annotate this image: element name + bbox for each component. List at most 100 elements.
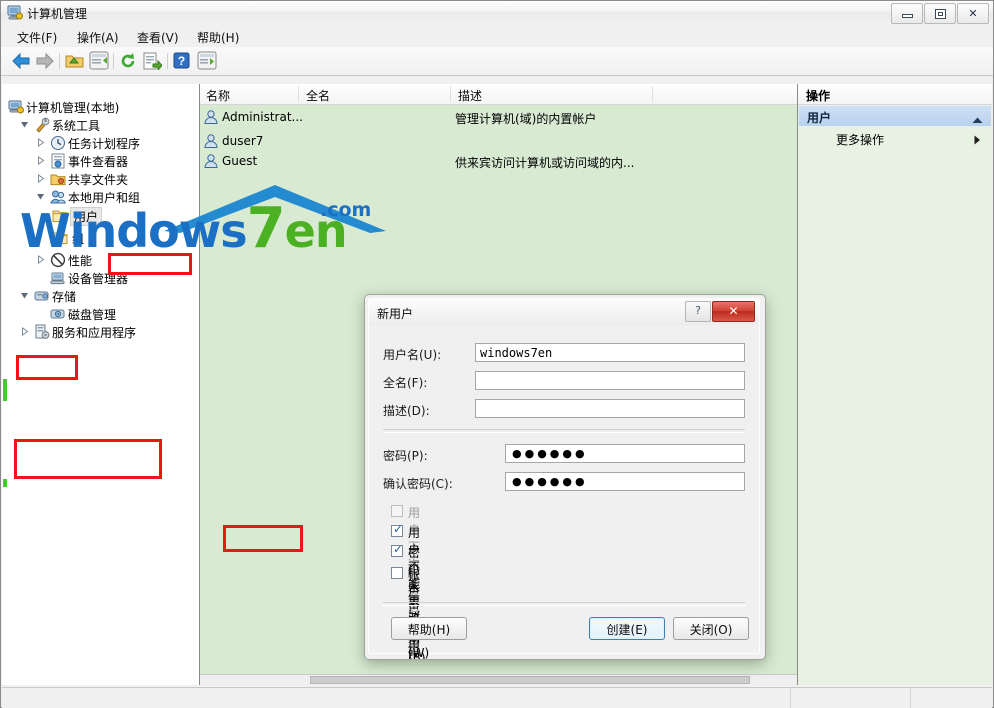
action-label: 更多操作 <box>836 133 885 147</box>
chevron-up-icon[interactable] <box>972 113 983 127</box>
dialog-inner-frame: 新用户 ? ✕ 用户名(U): windows7en 全名(F): 描述(D):… <box>368 298 760 659</box>
dialog-title: 新用户 <box>377 307 414 321</box>
actions-header: 操作 <box>798 84 992 105</box>
services-icon <box>34 324 50 340</box>
column-header-name[interactable]: 名称 <box>206 87 230 104</box>
show-action-pane-icon[interactable] <box>197 51 217 73</box>
label-confirm-password: 确认密码(C): <box>383 477 453 491</box>
action-more-actions[interactable]: 更多操作 <box>799 128 991 148</box>
dialog-help-button[interactable]: ? <box>685 301 711 322</box>
actions-group-users[interactable]: 用户 <box>799 105 991 126</box>
label-description: 描述(D): <box>383 404 430 418</box>
toolbar-separator <box>167 53 168 69</box>
twisty-expanded-icon[interactable] <box>20 291 29 300</box>
twisty-collapsed-icon[interactable] <box>36 156 45 165</box>
column-divider[interactable] <box>450 86 451 102</box>
username-input[interactable]: windows7en <box>475 343 745 362</box>
svg-text:?: ? <box>178 54 185 68</box>
twisty-expanded-icon[interactable] <box>36 192 45 201</box>
menu-file[interactable]: 文件(F) <box>13 28 61 47</box>
list-column-header: 名称 全名 描述 <box>200 84 797 105</box>
twisty-collapsed-icon[interactable] <box>36 255 45 264</box>
maximize-button[interactable] <box>924 3 956 24</box>
dialog-body: 用户名(U): windows7en 全名(F): 描述(D): 密码(P): <box>369 325 759 659</box>
tree-node-label: 事件查看器 <box>68 155 129 169</box>
show-tree-icon[interactable] <box>89 51 109 73</box>
device-icon <box>50 270 66 286</box>
checkbox-box-icon[interactable] <box>391 567 403 579</box>
create-button[interactable]: 创建(E) <box>589 617 665 640</box>
up-folder-icon[interactable] <box>65 52 84 73</box>
disk-icon <box>50 306 66 322</box>
user-description: 管理计算机(域)的内置帐户 <box>455 112 597 126</box>
main-content: 计算机管理(本地) 系统工具 任务计划程序 事件查看器 共享文件夹 本地用户和组… <box>2 75 992 685</box>
checkbox-box-icon[interactable]: ✓ <box>391 543 403 557</box>
forward-icon[interactable] <box>35 52 55 73</box>
column-divider[interactable] <box>652 86 653 102</box>
scrollbar-thumb[interactable] <box>310 676 750 684</box>
export-list-icon[interactable] <box>143 52 163 73</box>
table-row[interactable]: Administrat... 管理计算机(域)的内置帐户 <box>200 106 797 130</box>
checkbox-box-icon[interactable]: ✓ <box>391 522 404 537</box>
tools-icon <box>34 117 50 133</box>
tree-node-label: 用户 <box>70 207 103 226</box>
sharedfolder-icon <box>50 171 66 187</box>
refresh-icon[interactable] <box>119 52 137 73</box>
tree-node-label: 服务和应用程序 <box>52 326 137 340</box>
fullname-input[interactable] <box>475 371 745 390</box>
description-input[interactable] <box>475 399 745 418</box>
maximize-icon <box>934 8 946 19</box>
help-button[interactable]: 帮助(H) <box>391 617 467 640</box>
column-divider[interactable] <box>298 86 299 102</box>
actions-pane: 操作 用户 更多操作 <box>798 84 992 685</box>
eventlog-icon <box>50 153 66 169</box>
password-input[interactable]: ●●●●●● <box>505 444 745 463</box>
confirm-password-input[interactable]: ●●●●●● <box>505 472 745 491</box>
window-title: 计算机管理 <box>27 7 88 21</box>
tree-node-label: 设备管理器 <box>68 272 129 286</box>
twisty-collapsed-icon[interactable] <box>20 327 29 336</box>
user-name: duser7 <box>222 134 264 148</box>
confirm-password-value: ●●●●●● <box>512 475 588 488</box>
user-icon <box>203 133 219 149</box>
twisty-collapsed-icon[interactable] <box>36 174 45 183</box>
status-divider <box>910 688 911 708</box>
performance-icon <box>50 252 66 268</box>
tree-node-label: 本地用户和组 <box>68 191 141 205</box>
check-icon: ✓ <box>393 522 404 536</box>
menu-help[interactable]: 帮助(H) <box>193 28 243 47</box>
user-icon <box>203 109 219 125</box>
toolbar: ? <box>1 47 993 76</box>
column-header-fullname[interactable]: 全名 <box>306 87 330 104</box>
user-name: Guest <box>222 154 258 168</box>
dialog-close-button[interactable]: ✕ <box>712 301 755 322</box>
clock-icon <box>50 135 66 151</box>
window-titlebar: 计算机管理 ✕ <box>1 1 993 25</box>
user-description: 供来宾访问计算机或访问域的内... <box>455 156 635 170</box>
twisty-collapsed-icon[interactable] <box>36 138 45 147</box>
menu-action[interactable]: 操作(A) <box>73 28 123 47</box>
actions-group-label: 用户 <box>807 111 832 125</box>
close-dialog-button[interactable]: 关闭(O) <box>673 617 749 640</box>
menu-view[interactable]: 查看(V) <box>133 28 183 47</box>
twisty-expanded-icon[interactable] <box>20 120 29 129</box>
tree-node-label: 任务计划程序 <box>68 137 141 151</box>
menu-bar: 文件(F) 操作(A) 查看(V) 帮助(H) <box>1 24 993 48</box>
user-name: Administrat... <box>222 110 303 124</box>
tree-node-label: 性能 <box>68 254 93 268</box>
close-button[interactable]: ✕ <box>957 3 989 24</box>
list-horizontal-scrollbar[interactable] <box>200 674 797 685</box>
user-icon <box>203 153 219 169</box>
new-user-dialog: 新用户 ? ✕ 用户名(U): windows7en 全名(F): 描述(D):… <box>364 294 766 660</box>
help-button-label: 帮助(H) <box>407 623 451 637</box>
column-header-description[interactable]: 描述 <box>458 87 482 104</box>
help-icon[interactable]: ? <box>173 52 190 72</box>
dialog-separator <box>383 429 745 433</box>
tree-node-label: 共享文件夹 <box>68 173 129 187</box>
minimize-button[interactable] <box>891 3 923 24</box>
back-icon[interactable] <box>11 52 31 73</box>
tree-node-label: 系统工具 <box>52 119 101 133</box>
table-row[interactable]: Guest 供来宾访问计算机或访问域的内... <box>200 150 797 174</box>
question-mark-icon: ? <box>695 304 701 317</box>
toolbar-separator <box>59 53 60 69</box>
